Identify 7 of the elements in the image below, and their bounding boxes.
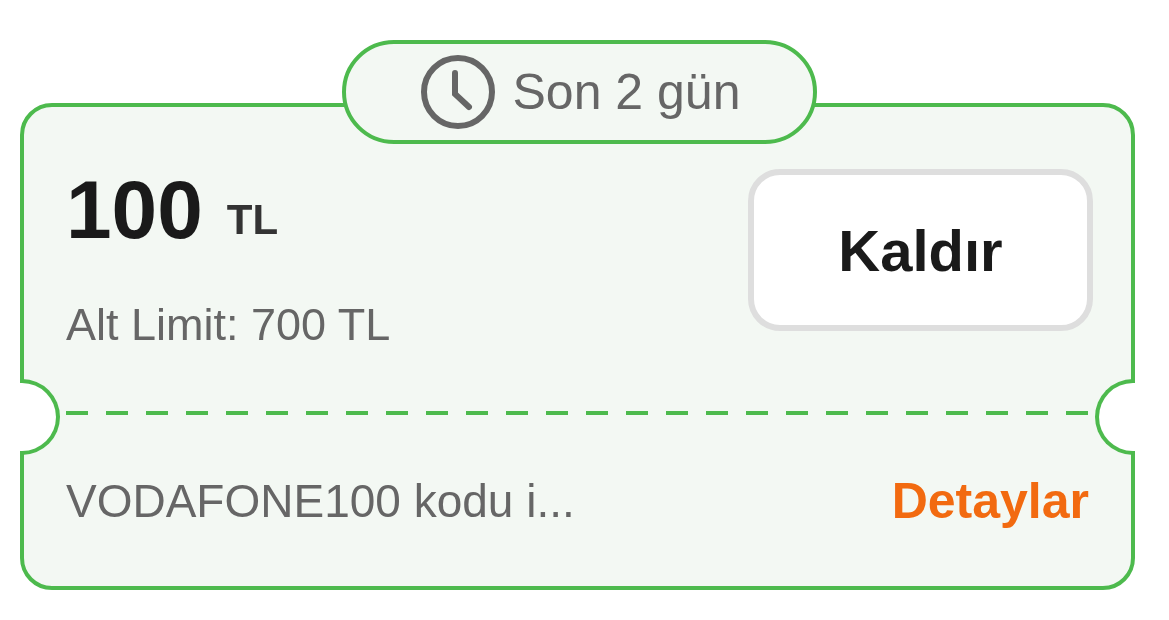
coupon-description: VODAFONE100 kodu i... <box>66 473 575 529</box>
currency: TL <box>226 195 279 245</box>
amount: 100 <box>66 169 203 251</box>
badge-text: Son 2 gün <box>512 62 741 122</box>
clock-icon <box>418 53 497 131</box>
remove-button[interactable]: Kaldır <box>748 169 1093 331</box>
minimum-limit: Alt Limit: 700 TL <box>66 298 391 352</box>
